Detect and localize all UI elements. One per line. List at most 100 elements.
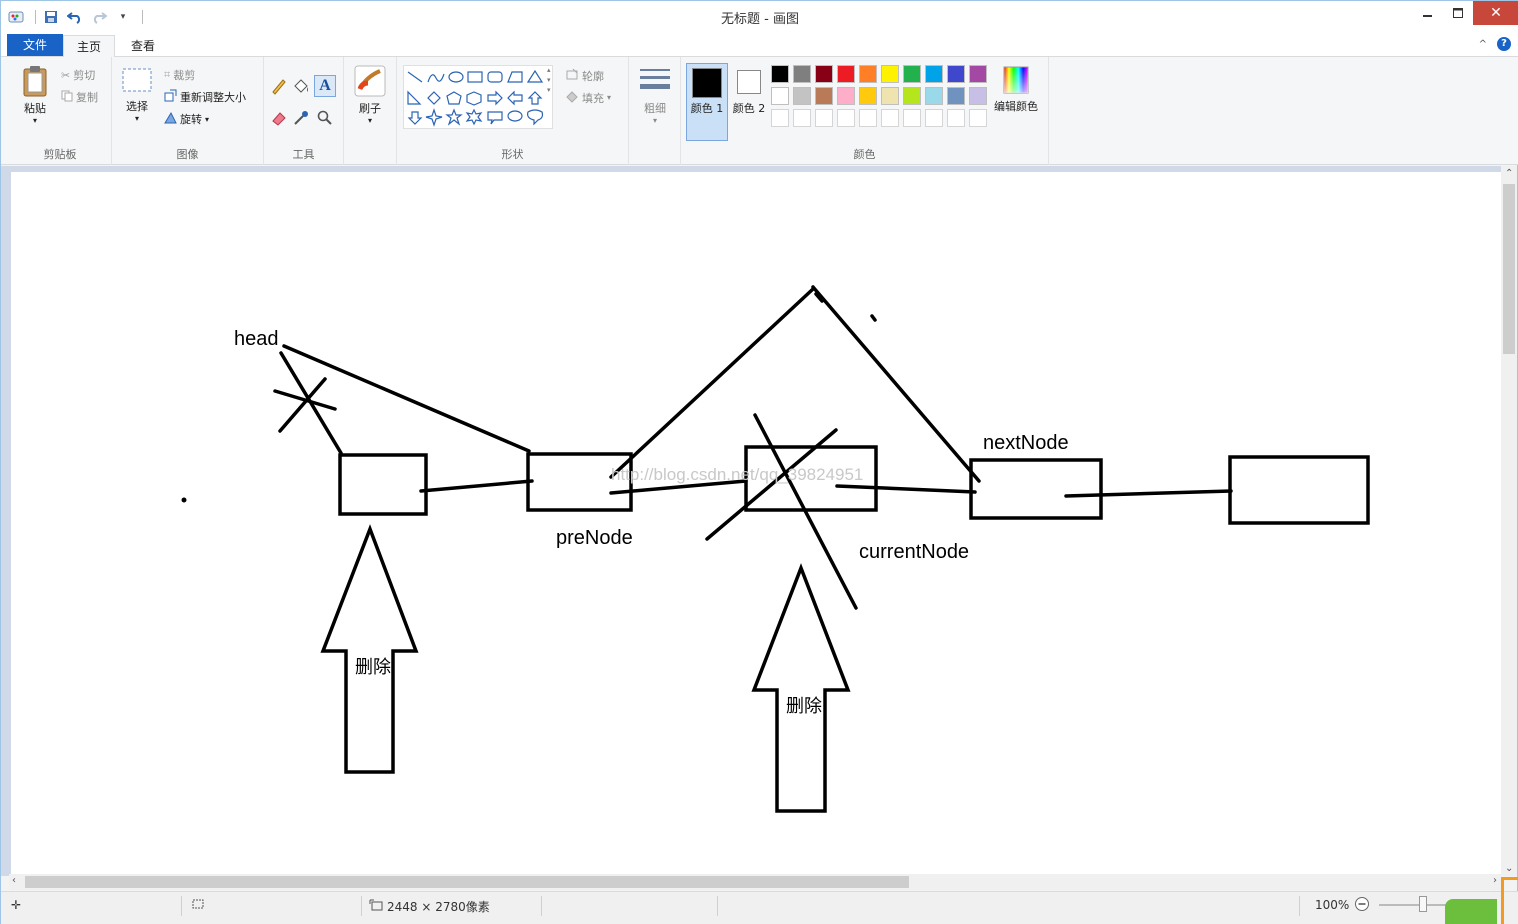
palette-color-swatch[interactable] <box>793 87 811 105</box>
reroute-line-up <box>609 287 815 479</box>
shapes-group-label: 形状 <box>501 148 524 161</box>
horizontal-scrollbar[interactable]: ‹ › <box>9 874 1501 890</box>
size-button[interactable]: 粗细 ▾ <box>635 67 675 125</box>
workspace: head preNode nextNode currentNode 删除 删除 … <box>1 166 1501 882</box>
palette-color-swatch[interactable] <box>925 87 943 105</box>
scroll-right-icon[interactable]: › <box>1493 875 1497 886</box>
fill-dropdown-icon[interactable]: ▾ <box>607 93 611 102</box>
zoom-out-icon[interactable] <box>1354 896 1370 912</box>
rotate-dropdown-icon[interactable]: ▾ <box>205 115 209 124</box>
canvas-drawing: head preNode nextNode currentNode 删除 删除 … <box>181 285 1370 813</box>
palette-color-swatch[interactable] <box>969 87 987 105</box>
fill-button[interactable]: 填充 ▾ <box>565 89 611 106</box>
currentnode-label: currentNode <box>859 541 969 563</box>
palette-color-swatch[interactable] <box>771 87 789 105</box>
delete-arrow-2 <box>751 563 851 813</box>
status-divider-2 <box>361 896 362 916</box>
palette-color-swatch[interactable] <box>969 65 987 83</box>
scroll-down-icon[interactable]: ⌄ <box>1505 863 1513 874</box>
nextnode-label: nextNode <box>983 432 1069 454</box>
palette-color-swatch[interactable] <box>815 87 833 105</box>
shapes-scroll-icon[interactable]: ▴ ▾ ▾ <box>547 65 551 95</box>
palette-color-swatch[interactable] <box>903 65 921 83</box>
palette-color-swatch[interactable] <box>793 65 811 83</box>
vertical-scroll-thumb[interactable] <box>1503 184 1515 354</box>
brushes-dropdown-icon[interactable]: ▾ <box>350 116 390 125</box>
node1-to-prenode-link <box>419 479 534 493</box>
brushes-button[interactable]: 刷子 ▾ <box>350 65 390 125</box>
minimize-icon[interactable] <box>1413 1 1443 25</box>
edit-colors-button[interactable]: 编辑颜色 <box>991 65 1041 114</box>
head-label: head <box>234 328 279 350</box>
vertical-scrollbar[interactable]: ⌃ ⌄ <box>1501 166 1517 876</box>
paste-dropdown-icon[interactable]: ▾ <box>15 116 55 125</box>
palette-custom-slot[interactable] <box>837 109 855 127</box>
close-icon[interactable]: ✕ <box>1473 1 1518 25</box>
status-divider-5 <box>1299 896 1300 916</box>
palette-color-swatch[interactable] <box>815 65 833 83</box>
palette-custom-slot[interactable] <box>815 109 833 127</box>
help-icon[interactable]: ? <box>1497 37 1511 51</box>
color-picker-icon[interactable] <box>292 109 310 131</box>
tab-view[interactable]: 查看 <box>117 35 169 57</box>
palette-custom-slot[interactable] <box>859 109 877 127</box>
tools-group: A 工具 <box>264 57 344 165</box>
outline-button[interactable]: 轮廓 <box>565 67 604 84</box>
cut-button[interactable]: ✂ 剪切 <box>61 67 95 83</box>
palette-custom-slot[interactable] <box>881 109 899 127</box>
palette-color-swatch[interactable] <box>903 87 921 105</box>
palette-color-swatch[interactable] <box>859 65 877 83</box>
collapse-ribbon-icon[interactable]: ^ <box>1479 39 1487 50</box>
copy-button[interactable]: 复制 <box>61 89 98 105</box>
tab-home[interactable]: 主页 <box>63 35 115 58</box>
horizontal-scroll-thumb[interactable] <box>25 876 909 888</box>
size-dropdown-icon[interactable]: ▾ <box>635 116 675 125</box>
color1-swatch <box>692 68 722 98</box>
palette-color-swatch[interactable] <box>925 65 943 83</box>
palette-color-swatch[interactable] <box>837 87 855 105</box>
palette-custom-slot[interactable] <box>947 109 965 127</box>
crop-button[interactable]: ⌗ 裁剪 <box>164 67 195 83</box>
palette-color-swatch[interactable] <box>947 65 965 83</box>
fill-bucket-icon[interactable] <box>292 77 310 99</box>
next-to-last-link <box>1064 489 1233 498</box>
palette-color-swatch[interactable] <box>947 87 965 105</box>
select-button[interactable]: 选择 ▾ <box>118 67 156 123</box>
pencil-icon[interactable] <box>270 77 288 99</box>
palette-color-swatch[interactable] <box>859 87 877 105</box>
cursor-position-icon: ✛ <box>11 898 22 912</box>
paste-button[interactable]: 粘贴 ▾ <box>15 65 55 125</box>
resize-label: 重新调整大小 <box>180 91 246 104</box>
resize-button[interactable]: 重新调整大小 <box>164 89 246 105</box>
zoom-slider-knob[interactable] <box>1419 896 1427 912</box>
text-tool-icon[interactable]: A <box>314 75 336 97</box>
drawing-canvas[interactable]: head preNode nextNode currentNode 删除 删除 … <box>11 172 1501 882</box>
colors-group: 颜色 1 颜色 2 编辑颜色 颜色 <box>681 57 1049 165</box>
palette-color-swatch[interactable] <box>881 87 899 105</box>
scroll-up-icon[interactable]: ⌃ <box>1505 168 1513 179</box>
select-dropdown-icon[interactable]: ▾ <box>118 114 156 123</box>
rotate-button[interactable]: 旋转 ▾ <box>164 111 209 127</box>
color2-button[interactable]: 颜色 2 <box>729 63 769 116</box>
eraser-icon[interactable] <box>270 109 288 131</box>
palette-color-swatch[interactable] <box>881 65 899 83</box>
zoom-level: 100% <box>1315 898 1350 912</box>
paint-window: ▾ 无标题 - 画图 ✕ 文件 主页 查看 ^ ? 粘贴 ▾ ✂ 剪切 复制 剪… <box>0 0 1518 924</box>
status-divider-4 <box>717 896 718 916</box>
maximize-icon[interactable] <box>1443 1 1473 25</box>
palette-custom-slot[interactable] <box>903 109 921 127</box>
image-size-display: 2448 × 2780像素 <box>369 898 490 915</box>
palette-custom-slot[interactable] <box>925 109 943 127</box>
color1-button[interactable]: 颜色 1 <box>686 63 728 141</box>
tab-file[interactable]: 文件 <box>7 34 63 56</box>
palette-custom-slot[interactable] <box>771 109 789 127</box>
shapes-gallery[interactable] <box>403 65 553 129</box>
palette-color-swatch[interactable] <box>771 65 789 83</box>
palette-custom-slot[interactable] <box>969 109 987 127</box>
image-size-icon <box>369 899 383 914</box>
scroll-left-icon[interactable]: ‹ <box>12 875 16 886</box>
clipboard-group: 粘贴 ▾ ✂ 剪切 复制 剪贴板 <box>9 57 112 165</box>
palette-color-swatch[interactable] <box>837 65 855 83</box>
palette-custom-slot[interactable] <box>793 109 811 127</box>
magnifier-icon[interactable] <box>316 109 334 131</box>
